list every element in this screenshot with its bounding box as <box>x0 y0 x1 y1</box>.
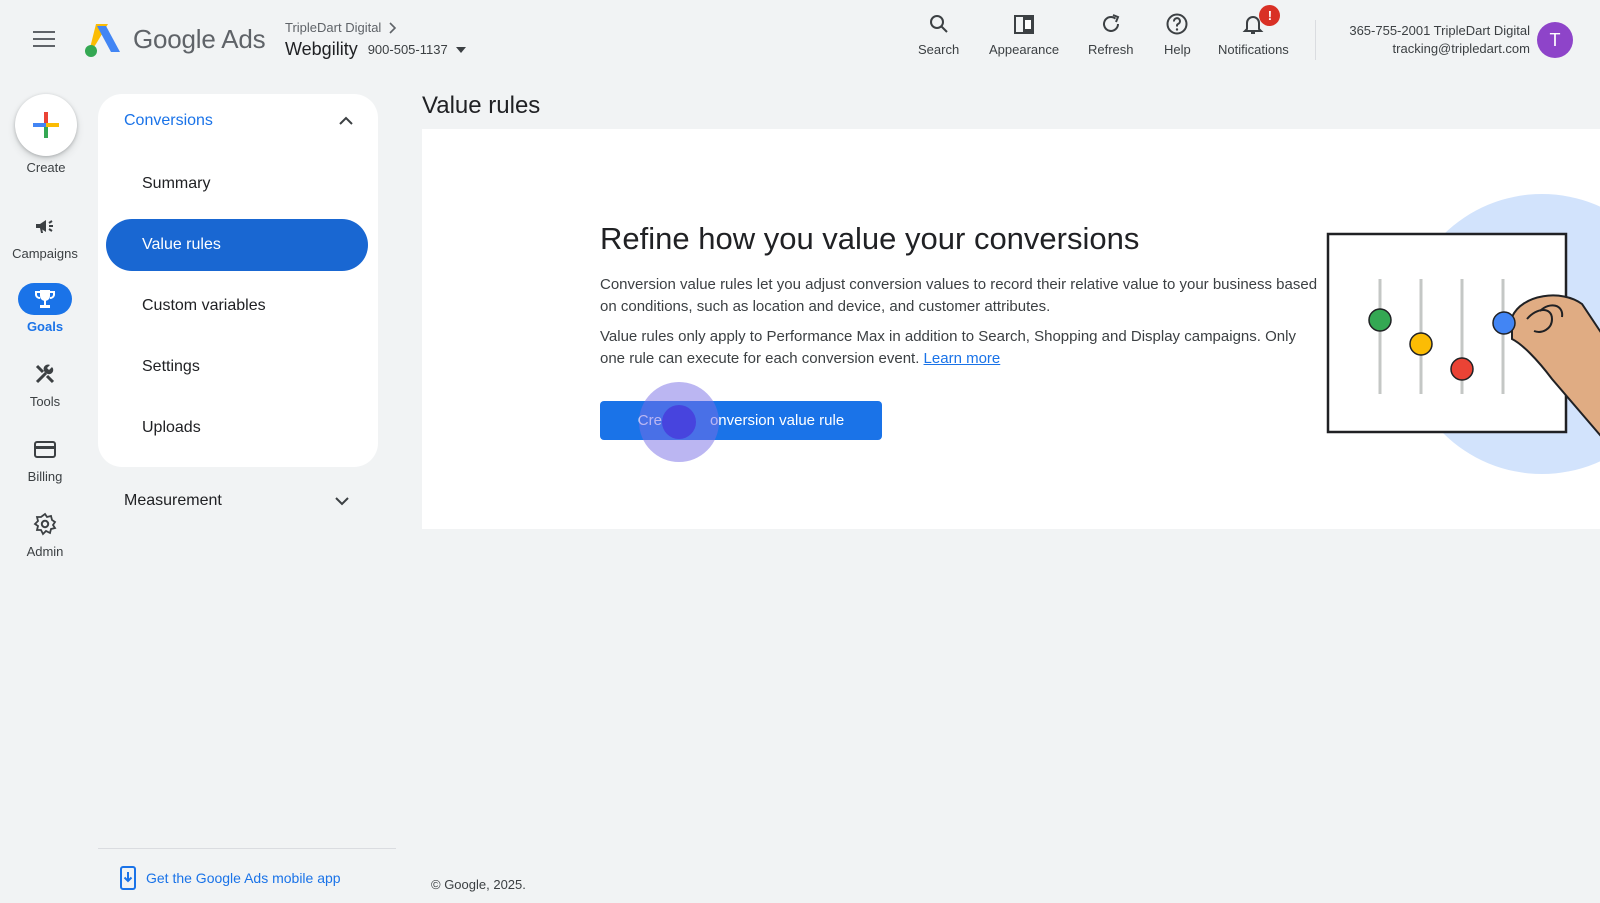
hero-title: Refine how you value your conversions <box>600 221 1140 256</box>
sidenav-item-settings[interactable]: Settings <box>106 341 368 393</box>
appearance-button[interactable]: Appearance <box>989 12 1059 57</box>
credit-card-icon <box>34 441 56 458</box>
refresh-icon <box>1102 14 1120 32</box>
chevron-down-icon <box>335 497 349 506</box>
rail-label-tools: Tools <box>29 394 61 409</box>
hero-description-1: Conversion value rules let you adjust co… <box>600 276 1318 315</box>
help-button[interactable]: Help <box>1164 12 1191 57</box>
account-dropdown-icon[interactable] <box>455 46 466 53</box>
learn-more-link[interactable]: Learn more <box>924 350 1001 367</box>
search-button[interactable]: Search <box>918 12 959 57</box>
phone-download-icon <box>120 866 136 890</box>
account-selector[interactable]: TripleDart Digital Webgility 900-505-113… <box>285 20 466 60</box>
create-button[interactable] <box>15 94 77 156</box>
sidenav-footer-divider <box>98 848 396 849</box>
cta-label-start: Cre <box>637 412 662 429</box>
page-title: Value rules <box>422 92 541 119</box>
mobile-app-link[interactable]: Get the Google Ads mobile app <box>120 866 341 890</box>
rail-label-admin: Admin <box>26 544 64 559</box>
google-ads-logo-icon[interactable] <box>82 22 122 58</box>
gear-icon <box>33 512 57 536</box>
account-parent-name[interactable]: TripleDart Digital <box>285 20 381 35</box>
plus-icon <box>33 112 59 138</box>
refresh-button[interactable]: Refresh <box>1088 12 1134 57</box>
chevron-right-icon <box>389 21 397 34</box>
rail-item-admin[interactable]: Admin <box>0 508 90 559</box>
search-icon <box>929 15 948 33</box>
account-name: Webgility <box>285 39 358 59</box>
rail-item-campaigns[interactable]: Campaigns <box>0 210 90 261</box>
rail-item-billing[interactable]: Billing <box>0 433 90 484</box>
sidenav-item-custom-variables[interactable]: Custom variables <box>106 280 368 332</box>
appearance-label: Appearance <box>989 42 1060 57</box>
sidenav-item-value-rules[interactable]: Value rules <box>106 219 368 271</box>
rail-label-campaigns: Campaigns <box>12 246 78 261</box>
search-label: Search <box>918 42 960 57</box>
cta-label-end: onversion value rule <box>709 412 845 429</box>
rail-label-billing: Billing <box>27 469 63 484</box>
menu-icon-line <box>33 31 55 33</box>
tools-icon <box>35 364 55 384</box>
brand-name[interactable]: Google Ads <box>133 24 266 55</box>
rail-icon-wrap <box>18 210 72 242</box>
rail-icon-wrap <box>18 433 72 465</box>
account-id: 900-505-1137 <box>367 42 448 57</box>
sidenav-item-uploads[interactable]: Uploads <box>106 402 368 454</box>
rail-icon-wrap <box>18 283 72 315</box>
sidenav-section-measurement[interactable]: Measurement <box>124 492 350 510</box>
user-email: tracking@tripledart.com <box>1392 41 1530 56</box>
appearance-icon <box>1014 15 1035 34</box>
create-label: Create <box>26 160 66 175</box>
refresh-label: Refresh <box>1088 42 1134 57</box>
help-icon <box>1166 13 1188 35</box>
chevron-up-icon <box>339 116 353 125</box>
notification-badge: ! <box>1259 5 1281 26</box>
main-menu-button[interactable] <box>30 26 58 54</box>
sidenav-section-label: Conversions <box>124 112 213 129</box>
rail-icon-wrap <box>18 358 72 390</box>
sidenav-card: Conversions Summary Value rules Custom v… <box>98 94 378 467</box>
sidenav-measurement-label: Measurement <box>124 492 222 509</box>
mobile-app-link-label[interactable]: Get the Google Ads mobile app <box>146 870 341 886</box>
rail-label-goals: Goals <box>26 319 64 334</box>
notifications-label: Notifications <box>1218 42 1289 57</box>
megaphone-icon <box>36 220 53 233</box>
hero-description-2: Value rules only apply to Performance Ma… <box>600 326 1320 370</box>
user-customer-line: 365-755-2001 TripleDart Digital <box>1349 23 1530 38</box>
copyright: © Google, 2025. <box>431 877 526 892</box>
header-divider <box>1315 20 1316 60</box>
value-sliders-illustration <box>1326 194 1600 474</box>
sidenav-item-summary[interactable]: Summary <box>106 158 368 210</box>
rail-item-tools[interactable]: Tools <box>0 358 90 409</box>
notifications-button[interactable]: ! Notifications <box>1218 5 1289 57</box>
rail-item-goals[interactable]: Goals <box>0 283 90 334</box>
value-rules-empty-state: Refine how you value your conversions Co… <box>422 129 1600 529</box>
trophy-icon <box>35 290 55 308</box>
sidenav-section-conversions[interactable]: Conversions <box>124 112 354 130</box>
menu-icon-line <box>33 38 55 40</box>
top-bar: Google Ads TripleDart Digital Webgility … <box>0 0 1600 80</box>
avatar[interactable]: T <box>1537 22 1573 58</box>
user-info: 365-755-2001 TripleDart Digital tracking… <box>1349 22 1530 58</box>
help-label: Help <box>1164 42 1191 57</box>
account-breadcrumb[interactable]: TripleDart Digital <box>285 20 466 35</box>
menu-icon-line <box>33 45 55 47</box>
rail-icon-wrap <box>18 508 72 540</box>
create-conversion-value-rule-button[interactable]: Cre onversion value rule <box>600 401 882 440</box>
